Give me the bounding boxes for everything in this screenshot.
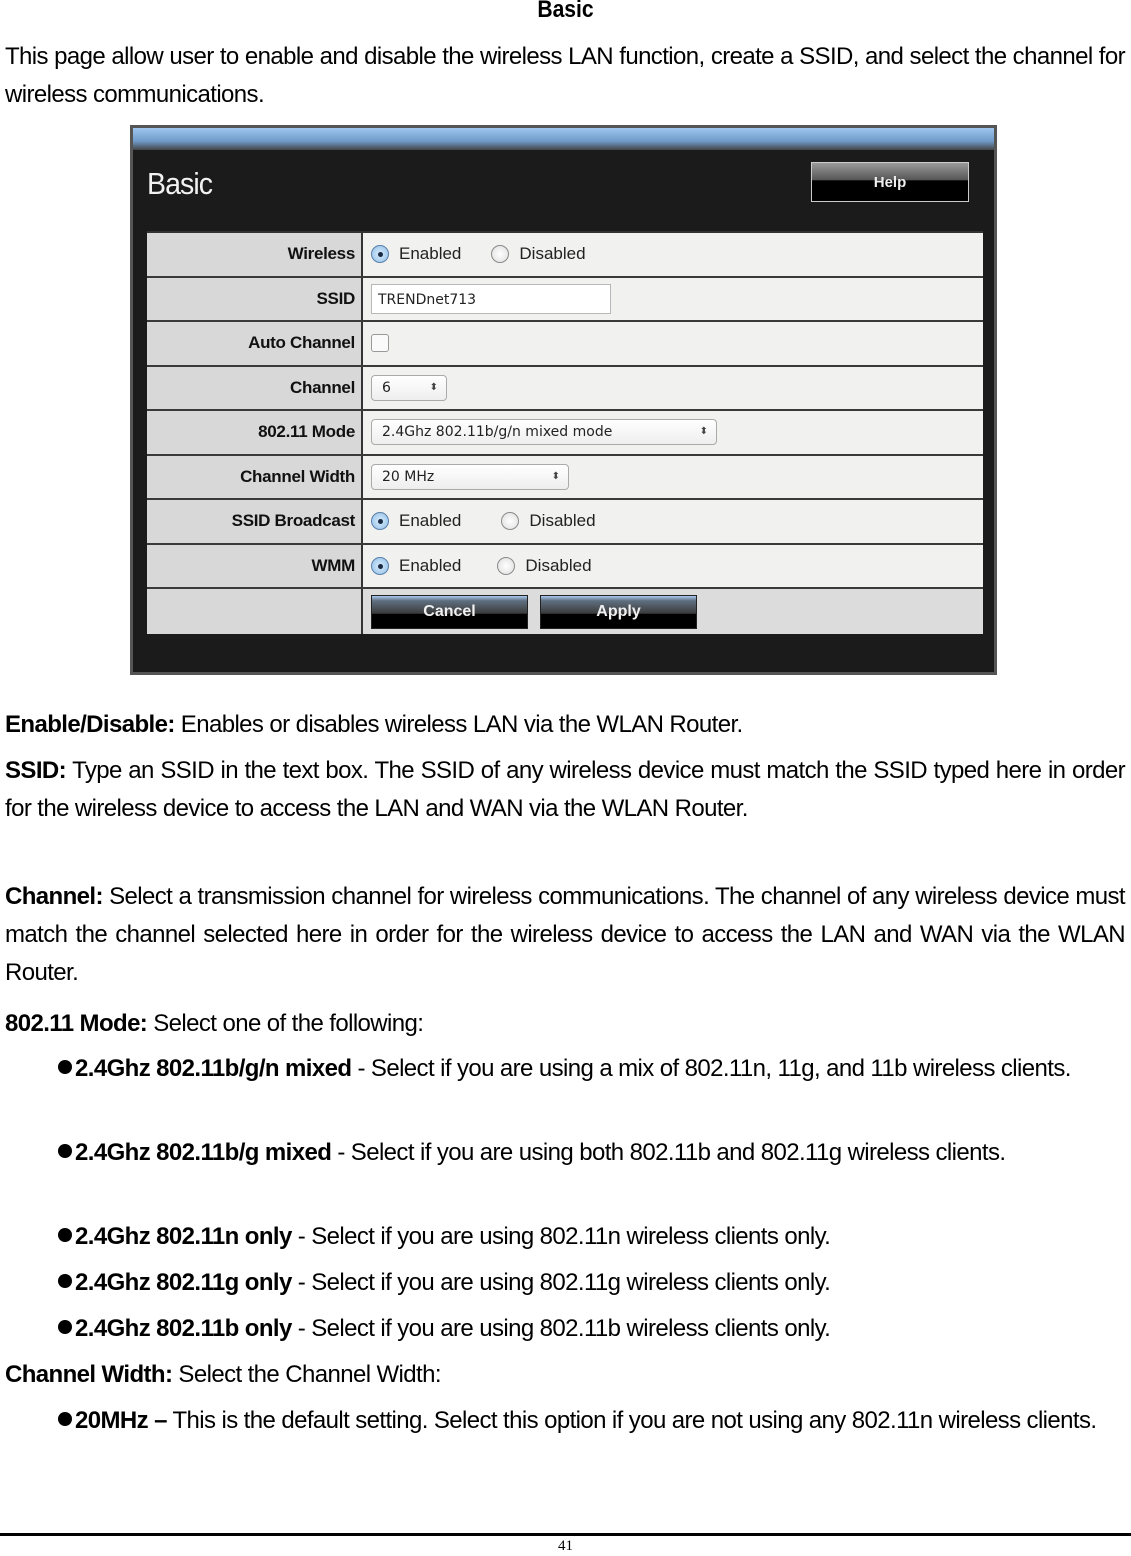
auto-channel-checkbox[interactable] [371,334,389,353]
bullet-icon [58,1320,72,1334]
row-channel: Channel 6 ⬍ [147,366,983,411]
channel-width-description: Channel Width: Select the Channel Width: [5,1356,1125,1394]
term: 2.4Ghz 802.11b/g/n mixed [75,1055,352,1082]
updown-arrows-icon: ⬍ [699,426,708,438]
radio-unselected-icon [491,245,510,264]
select-value: 6 [382,379,391,396]
enable-description: Enable/Disable: Enables or disables wire… [5,706,1125,744]
ssid-broadcast-label: SSID Broadcast [147,500,363,543]
ssid-label: SSID [147,277,363,320]
term: 20MHz – [75,1407,167,1434]
description: Select the Channel Width: [172,1361,441,1388]
channel-label: Channel [147,366,363,409]
option-label: Disabled [519,244,586,264]
updown-arrows-icon: ⬍ [551,470,560,482]
channel-width-select[interactable]: 20 MHz ⬍ [371,463,569,490]
description: - Select if you are using 802.11n wirele… [291,1223,831,1250]
term: 2.4Ghz 802.11g only [75,1269,292,1296]
ssid-description: SSID: Type an SSID in the text box. The … [5,752,1126,828]
option-label: Enabled [399,511,462,531]
radio-unselected-icon [497,556,516,575]
width-item: 20MHz – This is the default setting. Sel… [58,1402,1131,1440]
description: Type an SSID in the text box. The SSID o… [5,757,1126,822]
term: 802.11 Mode: [5,1010,148,1037]
wmm-enabled-radio[interactable]: Enabled [371,556,461,576]
bullet-icon [58,1228,72,1242]
option-label: Enabled [399,244,462,264]
radio-selected-icon [371,556,389,575]
row-wmm: WMM Enabled Disabled [147,544,983,589]
wmm-disabled-radio[interactable]: Disabled [497,555,592,576]
description: - Select if you are using both 802.11b a… [331,1139,1006,1166]
apply-button[interactable]: Apply [540,594,697,629]
mode-description: 802.11 Mode: Select one of the following… [5,1005,1125,1043]
row-ssid-broadcast: SSID Broadcast Enabled Disabled [147,500,983,545]
row-wireless: Wireless Enabled Disabled [147,233,983,278]
wireless-label: Wireless [147,233,363,276]
footer-divider [0,1533,1131,1536]
wireless-basic-form: Wireless Enabled Disabled SSID TRENDnet7… [147,231,983,634]
mode-item: 2.4Ghz 802.11n only - Select if you are … [58,1218,1131,1256]
mode-label: 802.11 Mode [147,411,363,454]
mode-item: 2.4Ghz 802.11g only - Select if you are … [58,1264,1131,1302]
description: This is the default setting. Select this… [166,1407,1097,1434]
term: Channel Width: [5,1361,173,1388]
mode-item: 2.4Ghz 802.11b/g/n mixed - Select if you… [58,1050,1131,1088]
option-label: Disabled [525,555,592,575]
description: - Select if you are using 802.11g wirele… [291,1269,831,1296]
channel-description: Channel: Select a transmission channel f… [5,878,1126,992]
term: SSID: [5,757,67,784]
term: Channel: [5,883,103,910]
empty-label [147,589,363,634]
row-channel-width: Channel Width 20 MHz ⬍ [147,455,983,500]
term: 2.4Ghz 802.11n only [75,1223,292,1250]
option-label: Disabled [529,511,596,531]
description: Enables or disables wireless LAN via the… [174,711,743,738]
ssid-broadcast-enabled-radio[interactable]: Enabled [371,511,461,531]
select-value: 20 MHz [382,468,435,485]
row-auto-channel: Auto Channel [147,322,983,367]
bullet-icon [58,1144,72,1158]
row-mode: 802.11 Mode 2.4Ghz 802.11b/g/n mixed mod… [147,411,983,456]
radio-unselected-icon [501,512,520,531]
wmm-label: WMM [147,544,363,587]
screenshot-title: Basic [147,166,213,201]
cancel-button[interactable]: Cancel [371,594,528,629]
select-value: 2.4Ghz 802.11b/g/n mixed mode [382,424,613,441]
bullet-icon [58,1060,72,1074]
bullet-icon [58,1412,72,1426]
mode-select[interactable]: 2.4Ghz 802.11b/g/n mixed mode ⬍ [371,419,717,446]
intro-text: This page allow user to enable and disab… [5,43,1126,108]
description: - Select if you are using a mix of 802.1… [351,1055,1071,1082]
option-label: Enabled [399,555,462,575]
row-ssid: SSID TRENDnet713 [147,277,983,322]
wireless-disabled-radio[interactable]: Disabled [491,244,586,264]
intro-paragraph: This page allow user to enable and disab… [5,0,1126,114]
description: - Select if you are using 802.11b wirele… [291,1315,831,1342]
description: Select one of the following: [147,1010,424,1037]
description: Select a transmission channel for wirele… [5,883,1126,986]
ssid-broadcast-disabled-radio[interactable]: Disabled [501,511,596,531]
bullet-icon [58,1274,72,1288]
auto-channel-label: Auto Channel [147,322,363,365]
term: 2.4Ghz 802.11b only [75,1315,292,1342]
screenshot-top-bar [133,128,994,150]
mode-item: 2.4Ghz 802.11b only - Select if you are … [58,1310,1131,1348]
page-number: 41 [558,1538,573,1554]
channel-width-label: Channel Width [147,455,363,498]
term: 2.4Ghz 802.11b/g mixed [75,1139,332,1166]
term: Enable/Disable: [5,711,175,738]
radio-selected-icon [371,512,389,531]
router-basic-screenshot: Basic Help Wireless Enabled Disabled SSI… [130,125,997,675]
updown-arrows-icon: ⬍ [429,381,438,393]
channel-select[interactable]: 6 ⬍ [371,374,447,401]
row-actions: Cancel Apply [147,589,983,634]
help-button[interactable]: Help [811,162,969,202]
wireless-enabled-radio[interactable]: Enabled [371,244,461,264]
mode-item: 2.4Ghz 802.11b/g mixed - Select if you a… [58,1134,1131,1172]
ssid-input[interactable]: TRENDnet713 [371,283,611,314]
radio-selected-icon [371,245,389,264]
